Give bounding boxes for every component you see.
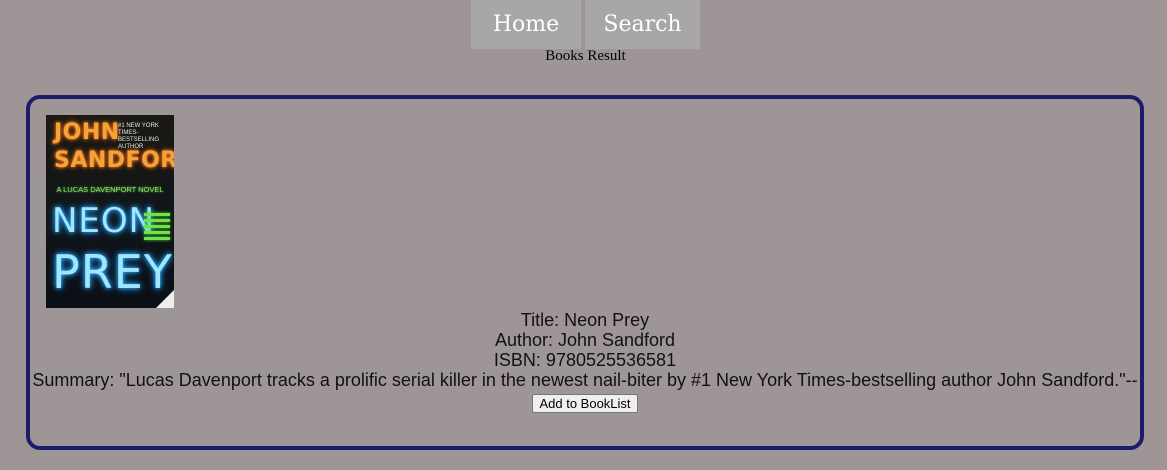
- cover-title-line2: PREY: [52, 245, 173, 299]
- cover-tagline: #1 NEW YORK TIMES-BESTSELLING AUTHOR: [118, 123, 160, 150]
- cover-author-line1: JOHN: [54, 120, 120, 145]
- neon-stripes-icon: [144, 213, 170, 243]
- page-curl-icon: [156, 290, 174, 308]
- page-heading: Books Result: [545, 48, 626, 64]
- search-nav-button[interactable]: Search: [585, 0, 700, 49]
- home-nav-button[interactable]: Home: [471, 0, 581, 49]
- book-title: Title: Neon Prey: [520, 310, 650, 330]
- cover-series: A LUCAS DAVENPORT NOVEL: [56, 185, 164, 194]
- cover-title-line1: NEON: [52, 201, 156, 241]
- book-info: Title: Neon Prey Author: John Sandford I…: [30, 310, 1140, 413]
- book-isbn: ISBN: 9780525536581: [493, 350, 677, 370]
- cover-author-line2: SANDFORD: [54, 148, 174, 173]
- top-nav: Home Search: [471, 0, 700, 49]
- book-author: Author: John Sandford: [494, 330, 676, 350]
- book-cover-image: JOHN SANDFORD #1 NEW YORK TIMES-BESTSELL…: [46, 115, 174, 308]
- add-to-booklist-button[interactable]: Add to BookList: [532, 394, 638, 413]
- book-result-card: JOHN SANDFORD #1 NEW YORK TIMES-BESTSELL…: [26, 95, 1144, 450]
- book-summary: Summary: "Lucas Davenport tracks a proli…: [32, 370, 1138, 390]
